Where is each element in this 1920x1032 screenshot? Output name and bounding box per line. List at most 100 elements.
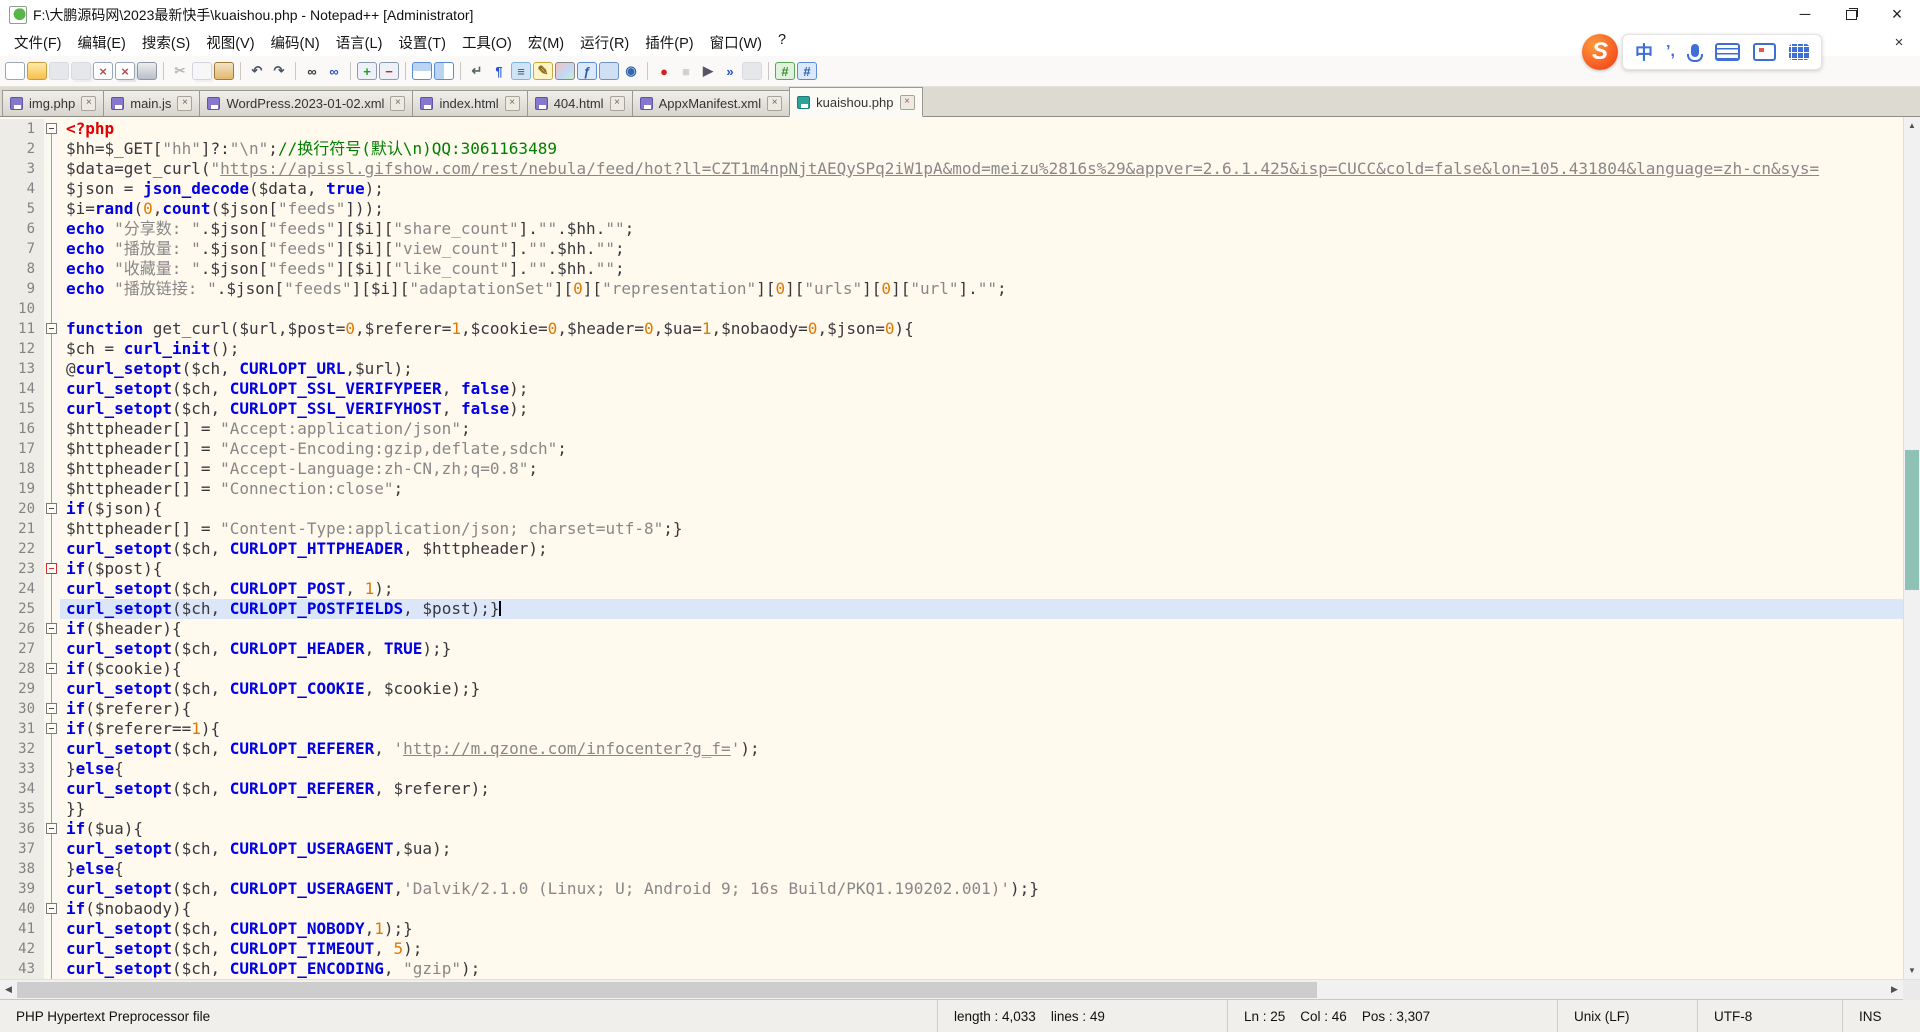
sync-horizontal-icon[interactable] [434, 62, 454, 80]
code-line-12[interactable]: 12$ch = curl_init(); [0, 339, 1903, 359]
tab-close-icon[interactable]: × [505, 96, 520, 111]
restore-button[interactable] [1828, 0, 1874, 29]
code-line-5[interactable]: 5$i=rand(0,count($json["feeds"])); [0, 199, 1903, 219]
fold-collapse-icon[interactable] [46, 563, 57, 574]
code-line-17[interactable]: 17$httpheader[] = "Accept-Encoding:gzip,… [0, 439, 1903, 459]
menu-item-12[interactable]: ? [770, 29, 794, 56]
folder-as-workspace-icon[interactable] [599, 62, 619, 80]
code-line-40[interactable]: 40if($nobaody){ [0, 899, 1903, 919]
code-line-15[interactable]: 15curl_setopt($ch, CURLOPT_SSL_VERIFYHOS… [0, 399, 1903, 419]
microphone-icon[interactable] [1691, 44, 1699, 57]
menu-item-10[interactable]: 插件(P) [637, 29, 701, 56]
print-icon[interactable] [137, 62, 157, 80]
tab-main.js[interactable]: main.js× [103, 90, 200, 116]
macro-play-icon[interactable]: ▶ [698, 62, 718, 80]
code-line-3[interactable]: 3$data=get_curl("https://apissl.gifshow.… [0, 159, 1903, 179]
macro-stop-icon[interactable]: ■ [676, 62, 696, 80]
save-icon[interactable] [49, 62, 69, 80]
horizontal-scroll-thumb[interactable] [17, 982, 1317, 998]
code-line-35[interactable]: 35}} [0, 799, 1903, 819]
code-line-25[interactable]: 25curl_setopt($ch, CURLOPT_POSTFIELDS, $… [0, 599, 1903, 619]
plugin-grid-blue-icon[interactable]: # [797, 62, 817, 80]
code-line-43[interactable]: 43curl_setopt($ch, CURLOPT_ENCODING, "gz… [0, 959, 1903, 979]
menu-item-7[interactable]: 工具(O) [454, 29, 520, 56]
code-line-37[interactable]: 37curl_setopt($ch, CURLOPT_USERAGENT,$ua… [0, 839, 1903, 859]
tab-close-icon[interactable]: × [81, 96, 96, 111]
grid-icon[interactable] [1789, 44, 1809, 60]
document-map-icon[interactable] [555, 62, 575, 80]
tab-404.html[interactable]: 404.html× [527, 90, 633, 116]
minimize-button[interactable]: ─ [1782, 0, 1828, 29]
menu-item-4[interactable]: 编码(N) [263, 29, 328, 56]
menu-item-6[interactable]: 设置(T) [390, 29, 454, 56]
code-area[interactable]: 1<?php2$hh=$_GET["hh"]?:"\n";//换行符号(默认\n… [0, 117, 1903, 979]
code-line-13[interactable]: 13@curl_setopt($ch, CURLOPT_URL,$url); [0, 359, 1903, 379]
code-line-31[interactable]: 31if($referer==1){ [0, 719, 1903, 739]
code-line-2[interactable]: 2$hh=$_GET["hh"]?:"\n";//换行符号(默认\n)QQ:30… [0, 139, 1903, 159]
menu-item-3[interactable]: 视图(V) [198, 29, 262, 56]
chinese-mode-indicator[interactable]: 中 [1635, 39, 1653, 65]
close-button[interactable]: × [1874, 0, 1920, 29]
code-line-14[interactable]: 14curl_setopt($ch, CURLOPT_SSL_VERIFYPEE… [0, 379, 1903, 399]
code-line-6[interactable]: 6echo "分享数: ".$json["feeds"][$i]["share_… [0, 219, 1903, 239]
code-line-16[interactable]: 16$httpheader[] = "Accept:application/js… [0, 419, 1903, 439]
vertical-scrollbar[interactable]: ▲ ▼ [1903, 117, 1920, 979]
code-line-19[interactable]: 19$httpheader[] = "Connection:close"; [0, 479, 1903, 499]
menu-item-0[interactable]: 文件(F) [6, 29, 70, 56]
code-line-10[interactable]: 10 [0, 299, 1903, 319]
menu-item-9[interactable]: 运行(R) [572, 29, 637, 56]
code-line-4[interactable]: 4$json = json_decode($data, true); [0, 179, 1903, 199]
code-line-33[interactable]: 33}else{ [0, 759, 1903, 779]
code-line-11[interactable]: 11function get_curl($url,$post=0,$refere… [0, 319, 1903, 339]
code-line-20[interactable]: 20if($json){ [0, 499, 1903, 519]
code-line-23[interactable]: 23if($post){ [0, 559, 1903, 579]
close-document-button[interactable]: × [1888, 34, 1910, 51]
code-line-28[interactable]: 28if($cookie){ [0, 659, 1903, 679]
show-indent-guide-icon[interactable]: ≡ [511, 62, 531, 80]
zoom-out-icon[interactable]: − [379, 62, 399, 80]
fold-collapse-icon[interactable] [46, 663, 57, 674]
code-line-27[interactable]: 27curl_setopt($ch, CURLOPT_HEADER, TRUE)… [0, 639, 1903, 659]
sync-vertical-icon[interactable] [412, 62, 432, 80]
code-line-18[interactable]: 18$httpheader[] = "Accept-Language:zh-CN… [0, 459, 1903, 479]
redo-icon[interactable]: ↷ [269, 62, 289, 80]
fold-collapse-icon[interactable] [46, 503, 57, 514]
code-line-7[interactable]: 7echo "播放量: ".$json["feeds"][$i]["view_c… [0, 239, 1903, 259]
code-line-34[interactable]: 34curl_setopt($ch, CURLOPT_REFERER, $ref… [0, 779, 1903, 799]
menu-item-1[interactable]: 编辑(E) [70, 29, 134, 56]
horizontal-scrollbar[interactable]: ◀ ▶ [0, 979, 1920, 999]
code-line-41[interactable]: 41curl_setopt($ch, CURLOPT_NOBODY,1);} [0, 919, 1903, 939]
find-icon[interactable]: ∞ [302, 62, 322, 80]
code-line-42[interactable]: 42curl_setopt($ch, CURLOPT_TIMEOUT, 5); [0, 939, 1903, 959]
punctuation-mode-icon[interactable]: ’, [1666, 43, 1675, 61]
macro-record-icon[interactable]: ● [654, 62, 674, 80]
monitoring-icon[interactable]: ◉ [621, 62, 641, 80]
code-line-8[interactable]: 8echo "收藏量: ".$json["feeds"][$i]["like_c… [0, 259, 1903, 279]
toolbox-icon[interactable] [1753, 43, 1776, 61]
code-line-26[interactable]: 26if($header){ [0, 619, 1903, 639]
menu-item-11[interactable]: 窗口(W) [702, 29, 770, 56]
new-file-icon[interactable] [5, 62, 25, 80]
code-line-9[interactable]: 9echo "播放链接: ".$json["feeds"][$i]["adapt… [0, 279, 1903, 299]
replace-icon[interactable]: ∞ [324, 62, 344, 80]
vertical-scroll-thumb[interactable] [1905, 450, 1919, 590]
tab-index.html[interactable]: index.html× [412, 90, 527, 116]
code-line-1[interactable]: 1<?php [0, 119, 1903, 139]
close-all-icon[interactable]: × [115, 62, 135, 80]
code-line-22[interactable]: 22curl_setopt($ch, CURLOPT_HTTPHEADER, $… [0, 539, 1903, 559]
sogou-logo-icon[interactable]: S [1582, 34, 1618, 70]
fold-collapse-icon[interactable] [46, 623, 57, 634]
menu-item-8[interactable]: 宏(M) [520, 29, 572, 56]
tab-close-icon[interactable]: × [390, 96, 405, 111]
tab-close-icon[interactable]: × [610, 96, 625, 111]
scroll-down-arrow-icon[interactable]: ▼ [1904, 962, 1920, 979]
code-line-21[interactable]: 21$httpheader[] = "Content-Type:applicat… [0, 519, 1903, 539]
cut-icon[interactable]: ✂ [170, 62, 190, 80]
save-all-icon[interactable] [71, 62, 91, 80]
plugin-grid-green-icon[interactable]: # [775, 62, 795, 80]
tab-WordPress.2023-01-02.xml[interactable]: WordPress.2023-01-02.xml× [199, 90, 413, 116]
macro-run-multiple-icon[interactable]: » [720, 62, 740, 80]
fold-collapse-icon[interactable] [46, 823, 57, 834]
tab-img.php[interactable]: img.php× [2, 90, 104, 116]
fold-collapse-icon[interactable] [46, 903, 57, 914]
